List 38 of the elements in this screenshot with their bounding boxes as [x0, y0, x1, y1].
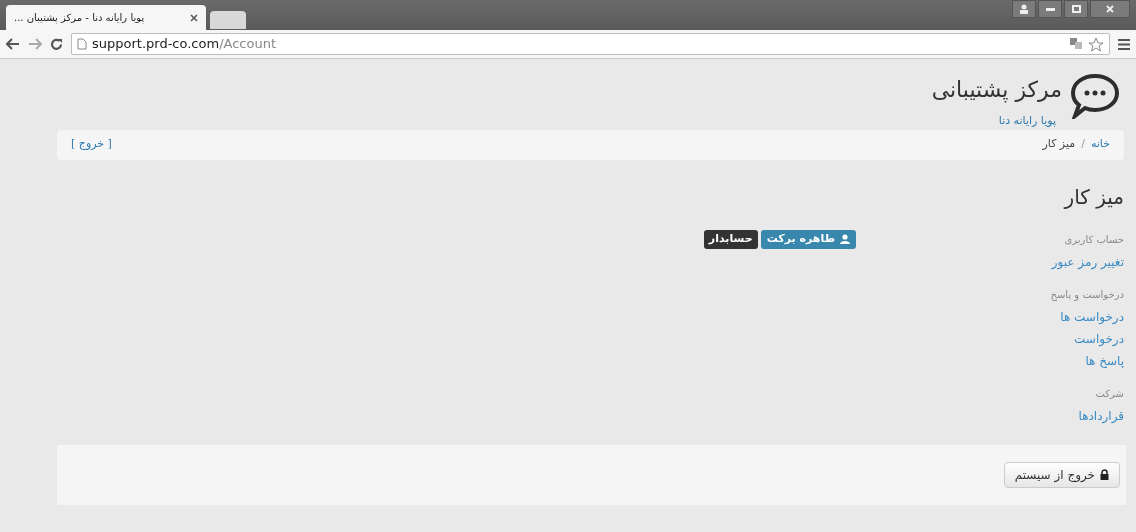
close-icon[interactable]: [190, 13, 198, 22]
star-icon[interactable]: [1088, 36, 1104, 52]
sidebar-link[interactable]: قراردادها: [984, 404, 1124, 427]
reload-icon[interactable]: [50, 37, 63, 51]
minimize-button[interactable]: [1038, 0, 1062, 18]
page-icon: [77, 38, 87, 50]
role-badge: حسابدار: [703, 229, 758, 249]
back-icon[interactable]: [6, 38, 20, 50]
browser-tab[interactable]: پویا رایانه دنا - مرکز پشتیبان ...: [6, 5, 206, 30]
company-link[interactable]: پویا رایانه دنا: [998, 113, 1056, 130]
profile-button[interactable]: [1012, 0, 1036, 18]
breadcrumb-separator: /: [1081, 136, 1085, 153]
breadcrumb-item[interactable]: خانه: [1090, 136, 1110, 153]
sidebar-link[interactable]: درخواست: [984, 327, 1124, 350]
site-title: مرکز پشتیبانی: [931, 76, 1062, 105]
sidebar-link[interactable]: درخواست ها: [984, 305, 1124, 328]
page-heading: میز کار: [1062, 183, 1124, 211]
person-icon: [1019, 4, 1029, 14]
section-header: حساب کاربری: [1063, 232, 1124, 247]
logout-button[interactable]: خروج از سیستم: [1003, 461, 1120, 488]
sidebar-link[interactable]: پاسخ ها: [984, 349, 1124, 372]
restore-button[interactable]: [1064, 0, 1088, 18]
breadcrumb-item[interactable]: میز کار: [1042, 136, 1076, 153]
tab-title: پویا رایانه دنا - مرکز پشتیبان ...: [14, 11, 145, 25]
menu-icon[interactable]: [1118, 38, 1130, 50]
address-bar[interactable]: support.prd-co.com/Account: [71, 33, 1110, 55]
person-icon: [840, 234, 850, 244]
close-icon: [1106, 5, 1114, 13]
sidebar-link[interactable]: تغییر رمز عبور: [984, 250, 1124, 273]
user-badge: طاهره برکت: [760, 229, 856, 249]
close-window-button[interactable]: [1090, 0, 1130, 18]
url-text: support.prd-co.com/Account: [92, 35, 276, 54]
section-header: شرکت: [1094, 386, 1124, 401]
section-header: درخواست و پاسخ: [1049, 287, 1124, 302]
logout-link[interactable]: [ خروج ]: [71, 136, 112, 153]
lock-icon: [1100, 469, 1109, 480]
speech-bubble-icon: [1070, 73, 1120, 119]
translate-icon[interactable]: [1070, 38, 1083, 50]
